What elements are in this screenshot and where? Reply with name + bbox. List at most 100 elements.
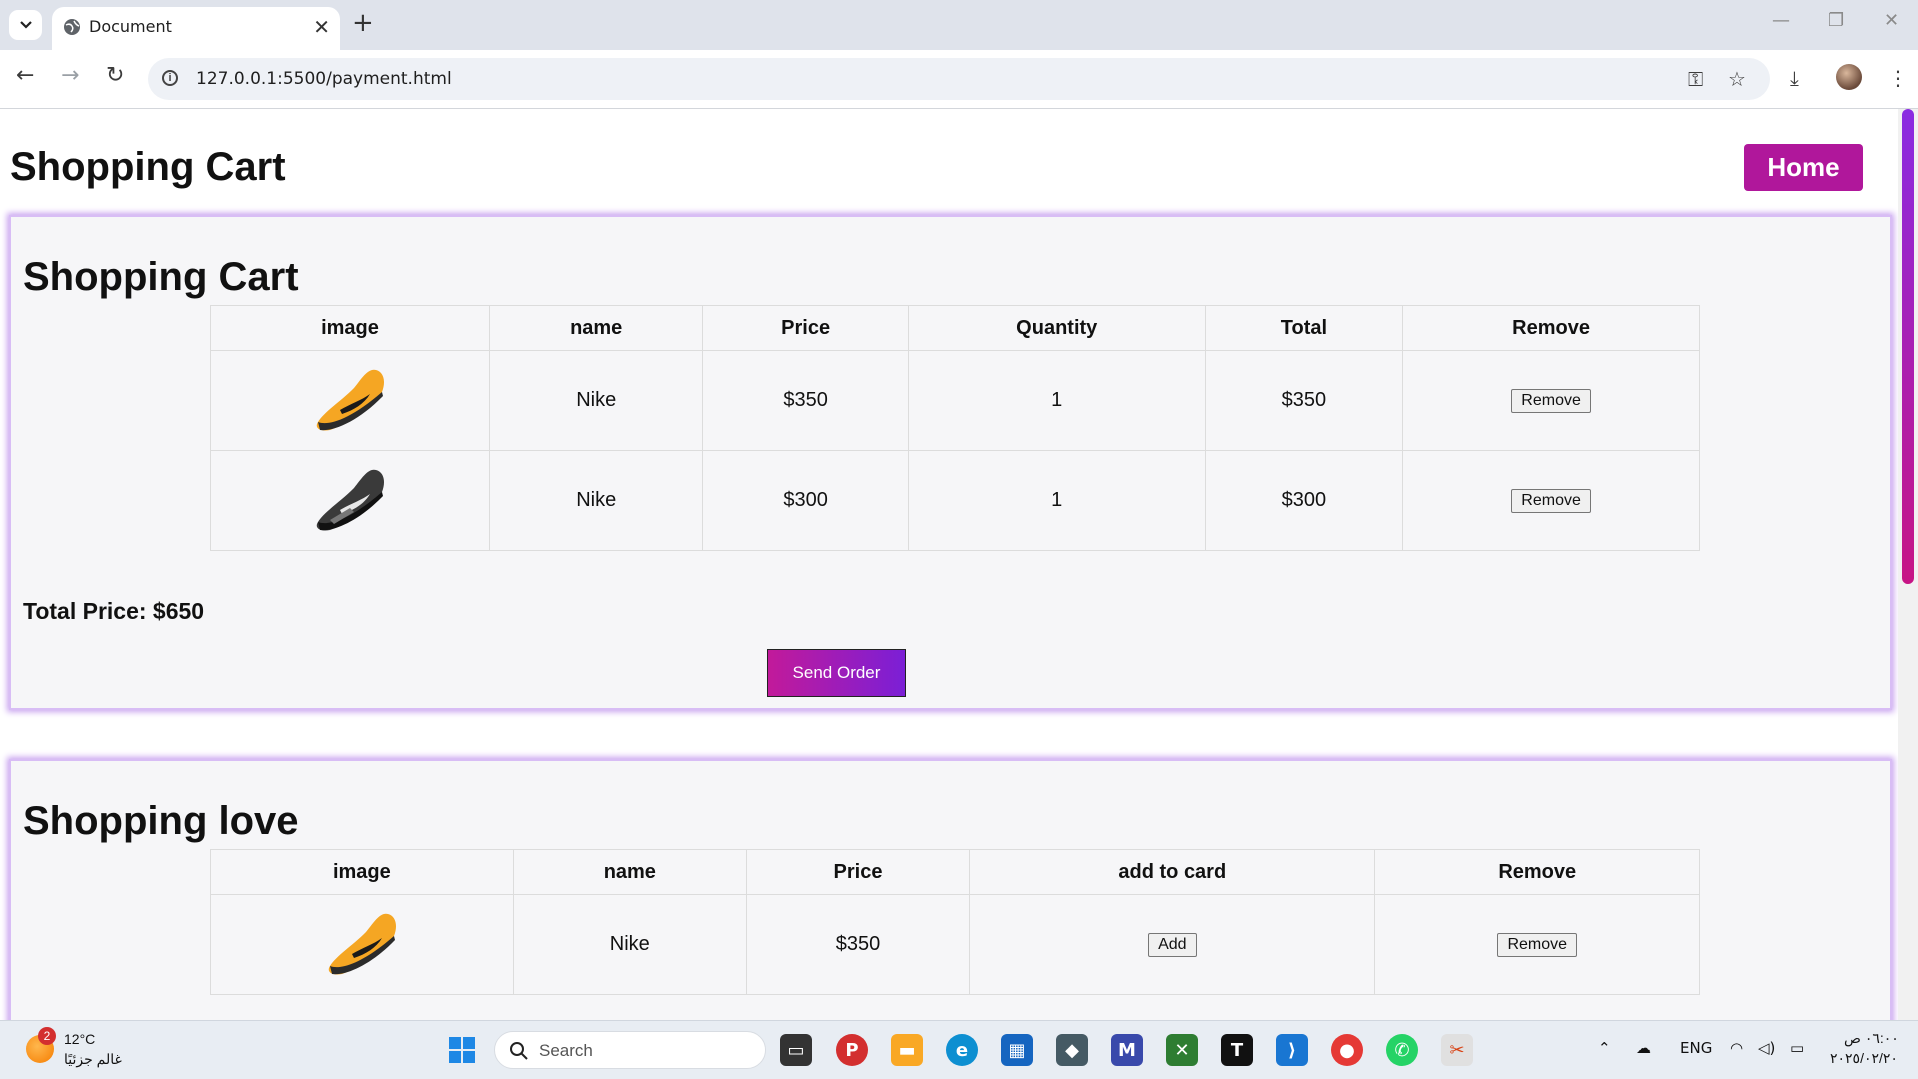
yellow-nike-shoe: [316, 369, 384, 431]
product-name: Nike: [488, 350, 704, 451]
scrollbar-thumb[interactable]: [1902, 109, 1914, 584]
battery-icon[interactable]: ▭: [1790, 1039, 1804, 1057]
product-total: $300: [1204, 450, 1404, 551]
product-image-cell: [210, 450, 490, 551]
column-header: name: [512, 849, 747, 895]
whatsapp-icon[interactable]: ✆: [1386, 1034, 1418, 1066]
remove-button[interactable]: Remove: [1511, 389, 1591, 413]
snipping-tool-icon[interactable]: ✂: [1441, 1034, 1473, 1066]
home-button[interactable]: Home: [1744, 144, 1863, 191]
love-table: image name Price add to card Remove Nike…: [210, 849, 1700, 995]
edge-browser-icon[interactable]: e: [946, 1034, 978, 1066]
table-row: Nike $350 Add Remove: [210, 894, 1700, 995]
product-image-cell: [210, 894, 514, 995]
windows-start-icon[interactable]: [448, 1036, 476, 1064]
chevron-down-icon: [19, 21, 32, 29]
product-total: $350: [1204, 350, 1404, 451]
remove-cell: Remove: [1402, 450, 1700, 551]
shopping-love-panel: Shopping love image name Price add to ca…: [9, 759, 1892, 1020]
product-price: $350: [702, 350, 909, 451]
download-icon[interactable]: ⤓: [1790, 66, 1799, 90]
weather-temperature[interactable]: 12°C: [64, 1031, 95, 1047]
column-header: Remove: [1374, 849, 1700, 895]
language-indicator[interactable]: ENG: [1680, 1039, 1712, 1057]
send-order-button[interactable]: Send Order: [767, 649, 906, 697]
bookmark-star-icon[interactable]: ☆: [1728, 67, 1746, 91]
site-info-icon[interactable]: i: [162, 70, 178, 86]
clock-time[interactable]: ٠٦:٠٠ ص: [1844, 1030, 1899, 1047]
notification-badge: 2: [38, 1027, 56, 1045]
profile-avatar[interactable]: [1836, 64, 1862, 90]
onedrive-icon[interactable]: ☁: [1636, 1039, 1651, 1057]
add-cell: Add: [969, 894, 1376, 995]
column-header: add to card: [969, 849, 1376, 895]
yellow-nike-shoe: [328, 913, 396, 975]
url-text[interactable]: 127.0.0.1:5500/payment.html: [196, 69, 452, 89]
vscode-icon[interactable]: ⟩: [1276, 1034, 1308, 1066]
black-nike-shoe: [316, 469, 384, 531]
clock-date[interactable]: ٢٠٢٥/٠٢/٢٠: [1830, 1050, 1898, 1067]
table-row: Nike $350 1 $350 Remove: [210, 350, 1700, 451]
browser-toolbar: ← → ↻ i 127.0.0.1:5500/payment.html ⚿ ☆ …: [0, 50, 1918, 109]
new-tab-button[interactable]: +: [352, 8, 374, 38]
column-header: Remove: [1402, 305, 1700, 351]
reload-icon[interactable]: ↻: [106, 64, 124, 88]
page-scrollbar[interactable]: [1898, 109, 1918, 1020]
tab-search-button[interactable]: [9, 10, 42, 40]
menu-dots-icon[interactable]: ⋮: [1888, 66, 1908, 90]
product-quantity: 1: [907, 350, 1206, 451]
remove-cell: Remove: [1402, 350, 1700, 451]
product-price: $350: [745, 894, 971, 995]
search-icon: [510, 1042, 528, 1060]
windows-taskbar: 2 12°C غالم جزئيًا Search ▭ P ▬ e ▦ ◆ M …: [0, 1020, 1918, 1079]
page-viewport: Shopping Cart Home Shopping Cart image n…: [0, 109, 1898, 1020]
powerpoint-app-icon[interactable]: P: [836, 1034, 868, 1066]
remove-button[interactable]: Remove: [1497, 933, 1578, 957]
chrome-icon[interactable]: ●: [1331, 1034, 1363, 1066]
add-to-cart-button[interactable]: Add: [1148, 933, 1197, 957]
volume-icon[interactable]: ◁): [1758, 1039, 1775, 1057]
tab-title: Document: [89, 17, 172, 36]
unity-app-icon[interactable]: ◆: [1056, 1034, 1088, 1066]
address-bar[interactable]: i 127.0.0.1:5500/payment.html ⚿ ☆: [148, 58, 1770, 100]
column-header: Price: [702, 305, 909, 351]
chevron-up-icon[interactable]: ⌃: [1598, 1039, 1611, 1057]
microsoft-store-icon[interactable]: ▦: [1001, 1034, 1033, 1066]
remove-button[interactable]: Remove: [1511, 489, 1591, 513]
column-header: image: [210, 305, 490, 351]
shopping-cart-panel: Shopping Cart image name Price Quantity …: [9, 215, 1892, 710]
xbox-icon[interactable]: ✕: [1166, 1034, 1198, 1066]
back-arrow-icon[interactable]: ←: [16, 64, 34, 88]
forward-arrow-icon[interactable]: →: [61, 64, 79, 88]
task-view-icon[interactable]: ▭: [780, 1034, 812, 1066]
total-price: Total Price: $650: [23, 598, 205, 624]
love-header-row: image name Price add to card Remove: [210, 849, 1700, 895]
cart-table: image name Price Quantity Total Remove N…: [210, 305, 1700, 551]
page-title: Shopping Cart: [10, 145, 286, 189]
restore-icon[interactable]: ❐: [1828, 10, 1844, 31]
product-name: Nike: [512, 894, 747, 995]
tradingview-icon[interactable]: T: [1221, 1034, 1253, 1066]
column-header: Total: [1204, 305, 1404, 351]
product-name: Nike: [488, 450, 704, 551]
product-quantity: 1: [907, 450, 1206, 551]
browser-tab[interactable]: Document ✕: [52, 7, 340, 50]
app-icon[interactable]: M: [1111, 1034, 1143, 1066]
cart-header-row: image name Price Quantity Total Remove: [210, 305, 1700, 351]
browser-tab-strip: Document ✕ + — ❐ ✕: [0, 0, 1918, 50]
column-header: name: [488, 305, 704, 351]
search-placeholder: Search: [539, 1041, 593, 1060]
minimize-icon[interactable]: —: [1772, 10, 1790, 31]
column-header: Quantity: [907, 305, 1206, 351]
window-close-icon[interactable]: ✕: [1884, 10, 1899, 31]
table-row: Nike $300 1 $300 Remove: [210, 450, 1700, 551]
weather-description[interactable]: غالم جزئيًا: [64, 1051, 122, 1068]
remove-cell: Remove: [1374, 894, 1700, 995]
wifi-icon[interactable]: ◠: [1730, 1039, 1743, 1057]
password-key-icon[interactable]: ⚿: [1688, 67, 1703, 91]
cart-heading: Shopping Cart: [23, 255, 299, 299]
taskbar-search[interactable]: Search: [494, 1031, 766, 1069]
file-explorer-icon[interactable]: ▬: [891, 1034, 923, 1066]
product-image-cell: [210, 350, 490, 451]
tab-close-icon[interactable]: ✕: [313, 15, 330, 39]
